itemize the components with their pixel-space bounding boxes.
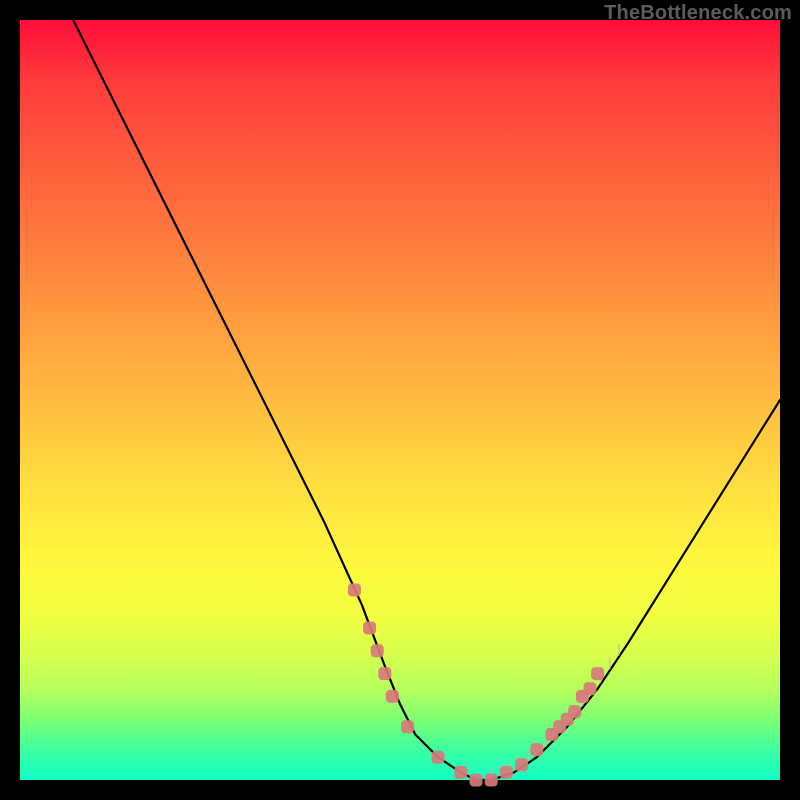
highlight-dots [348, 584, 604, 787]
chart-frame: TheBottleneck.com [0, 0, 800, 800]
tick-marks [491, 645, 619, 778]
curve-line [73, 20, 780, 780]
plot-area [20, 20, 780, 780]
curve-svg [20, 20, 780, 780]
